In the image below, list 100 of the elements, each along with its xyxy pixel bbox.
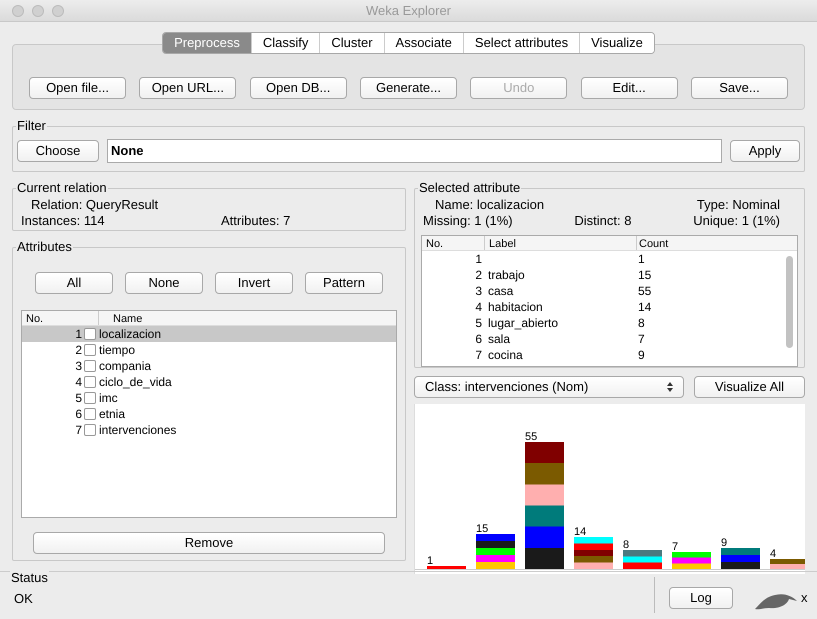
row-number: 6 [474,331,483,348]
attribute-name: tiempo [98,342,136,359]
button[interactable]: Open URL... [139,77,236,99]
bar-count-label: 15 [476,523,488,535]
checkbox[interactable] [84,408,96,420]
column-header[interactable]: No. [422,236,484,250]
row-number: 3 [74,358,83,375]
attribute-row[interactable]: 3 compania [22,358,396,374]
attribute-name: compania [98,358,152,375]
count-cell-text: 14 [638,299,652,316]
button[interactable]: Open file... [29,77,126,99]
distinct-label: Distinct: 8 [574,213,632,229]
filter-field[interactable]: None [107,139,722,163]
histogram-bar [672,552,711,569]
attribute-name: imc [98,390,118,407]
checkbox[interactable] [84,344,96,356]
bar-count-label: 1 [427,555,434,567]
button[interactable]: Log [669,587,733,609]
checkbox[interactable] [84,376,96,388]
button[interactable]: Choose [17,140,99,162]
label-cell: sala [488,332,510,346]
row-number: 7 [474,347,483,364]
updown-icon [667,382,673,392]
row-number: 3 [474,283,483,300]
count-cell-text: 9 [638,347,645,364]
row-number: 4 [474,299,483,316]
button[interactable]: Edit... [580,77,678,99]
column-header[interactable]: No. [22,310,84,325]
row-number: 2 [74,342,83,359]
bar-count-label: 14 [574,526,586,538]
checkbox[interactable] [84,360,96,372]
tab[interactable]: Visualize [579,33,654,53]
instances-label: Instances: 114 [21,213,106,229]
relation-label: Relation: QueryResult [30,197,160,213]
attribute-row[interactable]: 7 intervenciones [22,422,396,438]
attribute-name: ciclo_de_vida [98,374,172,391]
checkbox[interactable] [84,328,96,340]
row-number: 5 [74,390,83,407]
attribute-row[interactable]: 6 etnia [22,406,396,422]
count-cell-text: 55 [638,283,652,300]
bar-count-label: 55 [525,431,538,443]
row-number: 1 [74,326,83,343]
count-cell-text: 1 [638,251,645,268]
bar-count-label: 7 [672,541,678,553]
label-cell: habitacion [488,300,543,314]
button[interactable]: Visualize All [694,376,805,398]
bar-count-label: 8 [623,539,630,551]
histogram-bar [770,559,805,569]
button[interactable]: Open DB... [250,77,347,99]
histogram-bar [623,550,662,569]
label-cell: lugar_abierto [488,316,558,330]
bar-count-label: 9 [721,537,728,549]
row-number: 7 [74,422,83,439]
button[interactable]: None [125,272,203,294]
unique-label: Unique: 1 (1%) [693,213,780,229]
count-cell-text: 7 [638,331,645,348]
checkbox[interactable] [84,424,96,436]
bar-count-label: 4 [770,548,776,560]
button[interactable]: Invert [215,272,293,294]
row-number: 1 [474,251,483,268]
row-number: 5 [474,315,483,332]
attribute-name: localizacion [98,326,162,343]
button[interactable]: All [35,272,113,294]
checkbox[interactable] [84,392,96,404]
button[interactable]: Save... [690,77,788,99]
column-header[interactable]: Count [636,236,668,250]
attribute-row[interactable]: 1 localizacion [22,326,396,342]
button[interactable]: Pattern [305,272,383,294]
scrollbar-thumb[interactable] [786,256,793,348]
column-header[interactable]: Label [484,236,636,250]
missing-label: Missing: 1 (1%) [423,213,513,229]
label-cell: trabajo [488,268,525,282]
attribute-type-label: Type: Nominal [696,197,780,213]
row-number: 6 [74,406,83,423]
histogram-bar [476,534,515,569]
count-cell-text: 8 [638,315,645,332]
class-dropdown[interactable]: Class: intervenciones (Nom) [414,376,684,398]
attribute-row[interactable]: 4 ciclo_de_vida [22,374,396,390]
attribute-name-label: Name: localizacion [435,197,544,213]
attribute-row[interactable]: 5 imc [22,390,396,406]
count-cell-text: 15 [638,267,652,284]
column-header[interactable]: Name [98,310,142,325]
attribute-row[interactable]: 2 tiempo [22,342,396,358]
status-message: OK [14,591,33,606]
row-number: 4 [74,374,83,391]
button[interactable]: Apply [730,140,800,162]
attribute-name: etnia [98,406,126,423]
label-cell: cocina [488,348,523,362]
attribute-name: intervenciones [98,422,176,439]
row-number: 2 [474,267,483,284]
histogram-bar [721,548,760,569]
window-control-icon[interactable] [12,4,24,16]
attributes-count-label: Attributes: 7 [221,213,290,229]
label-cell: casa [488,284,514,298]
button[interactable]: Generate... [360,77,457,99]
button[interactable]: Remove [33,532,385,554]
window-control-icon[interactable] [52,4,64,16]
instance-count-label: x [801,588,808,606]
window-control-icon[interactable] [32,4,44,16]
histogram-bar [427,566,466,569]
